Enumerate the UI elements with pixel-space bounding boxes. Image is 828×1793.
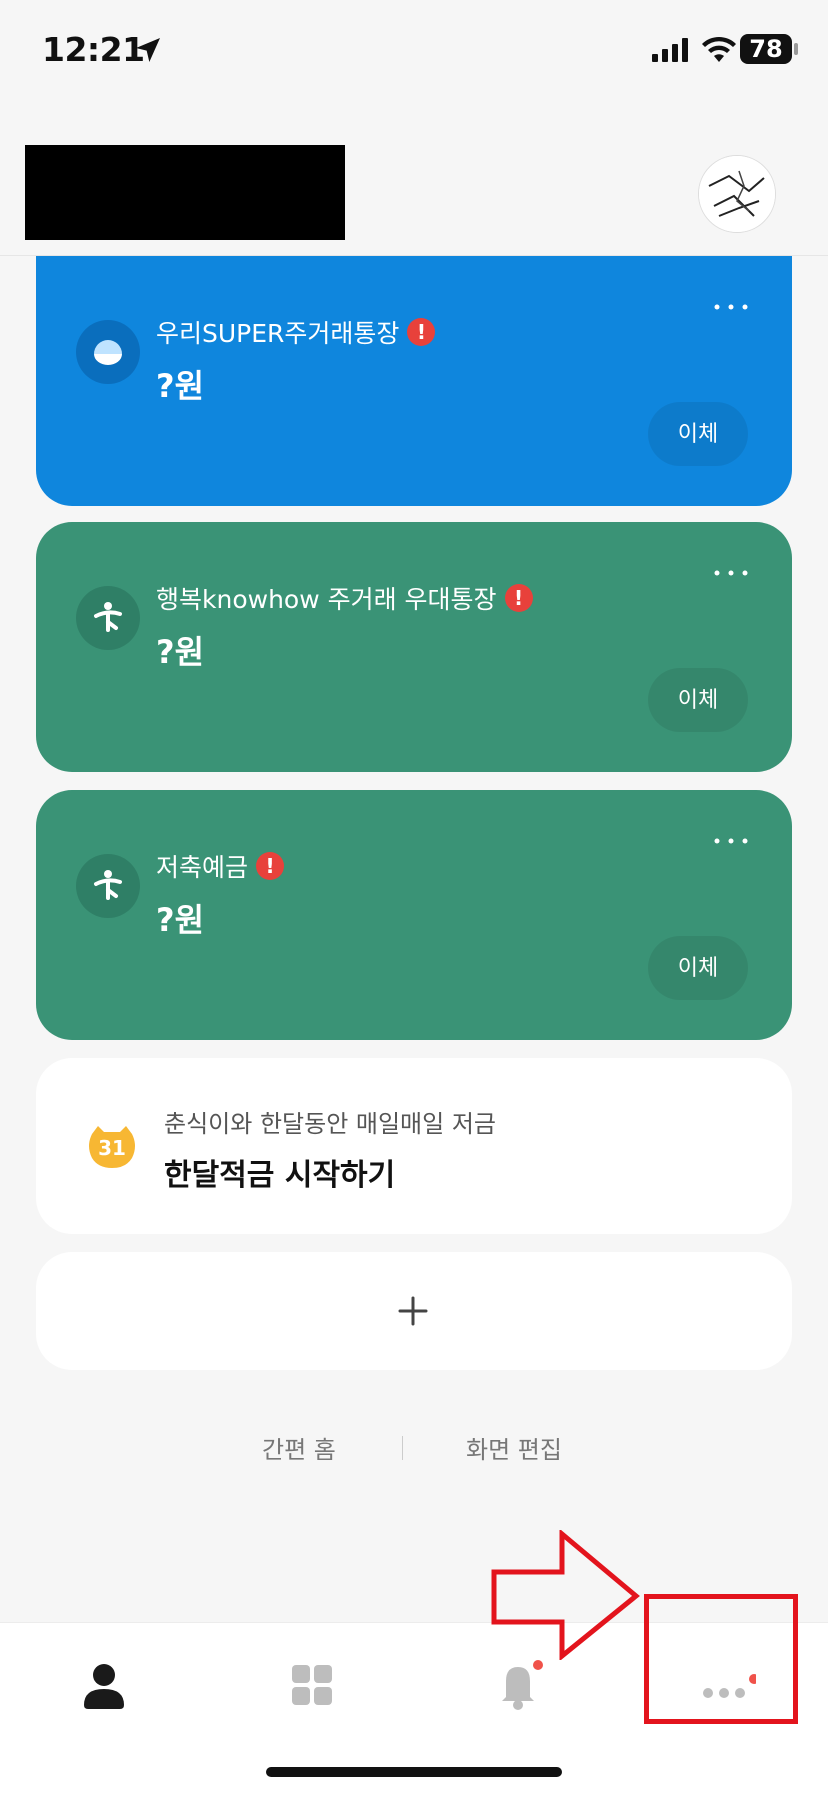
calendar-31-badge-icon: 31 — [89, 1126, 135, 1168]
more-options-icon[interactable] — [714, 304, 748, 310]
account-name: 우리SUPER주거래통장 ! — [156, 314, 436, 350]
redacted-title — [25, 145, 345, 240]
account-name: 저축예금 ! — [156, 848, 285, 884]
edit-screen-link[interactable]: 화면 편집 — [466, 1430, 562, 1465]
badge-number: 31 — [98, 1136, 126, 1160]
hana-bank-logo-icon — [76, 586, 140, 650]
account-balance: ?원 — [156, 367, 205, 405]
signal-icon — [652, 38, 688, 62]
account-card[interactable]: 행복knowhow 주거래 우대통장 ! ?원 이체 — [36, 522, 792, 772]
transfer-button[interactable]: 이체 — [648, 402, 748, 466]
savings-promo-card[interactable]: 31 춘식이와 한달동안 매일매일 저금 한달적금 시작하기 — [36, 1058, 792, 1234]
woori-bank-logo-icon — [76, 320, 140, 384]
account-name: 행복knowhow 주거래 우대통장 ! — [156, 580, 533, 616]
plus-icon — [398, 1296, 428, 1326]
account-balance: ?원 — [156, 901, 205, 939]
annotation-arrow-icon — [491, 1530, 640, 1660]
warning-icon: ! — [504, 584, 533, 612]
promo-title: 한달적금 시작하기 — [164, 1158, 396, 1193]
annotation-highlight-box — [644, 1594, 798, 1724]
home-indicator — [266, 1767, 562, 1777]
more-options-icon[interactable] — [714, 570, 748, 576]
status-time: 12:21 — [42, 30, 145, 69]
account-balance: ?원 — [156, 633, 205, 671]
location-arrow-icon — [136, 38, 160, 62]
account-name-text: 우리SUPER주거래통장 — [156, 319, 400, 348]
transfer-button[interactable]: 이체 — [648, 668, 748, 732]
header — [0, 100, 828, 256]
warning-icon: ! — [256, 852, 285, 880]
link-divider — [402, 1436, 403, 1460]
person-icon[interactable] — [72, 1653, 136, 1717]
battery-indicator: 78 — [740, 34, 792, 64]
transfer-button[interactable]: 이체 — [648, 936, 748, 1000]
avatar-sketch-icon — [699, 156, 775, 232]
account-card[interactable]: 우리SUPER주거래통장 ! ?원 이체 — [36, 256, 792, 506]
account-name-text: 저축예금 — [156, 853, 249, 882]
battery-cap — [794, 43, 798, 55]
more-options-icon[interactable] — [714, 838, 748, 844]
add-account-button[interactable] — [36, 1252, 792, 1370]
bell-icon[interactable] — [486, 1653, 550, 1717]
wifi-icon — [702, 36, 736, 62]
footer-links: 간편 홈 화면 편집 — [0, 1430, 828, 1470]
account-name-text: 행복knowhow 주거래 우대통장 — [156, 585, 497, 614]
grid-icon[interactable] — [280, 1653, 344, 1717]
simple-home-link[interactable]: 간편 홈 — [262, 1430, 336, 1465]
account-card[interactable]: 저축예금 ! ?원 이체 — [36, 790, 792, 1040]
profile-avatar[interactable] — [698, 155, 776, 233]
status-bar: 12:21 78 — [0, 0, 828, 100]
hana-bank-logo-icon — [76, 854, 140, 918]
warning-icon: ! — [407, 318, 436, 346]
promo-subtitle: 춘식이와 한달동안 매일매일 저금 — [164, 1110, 497, 1138]
